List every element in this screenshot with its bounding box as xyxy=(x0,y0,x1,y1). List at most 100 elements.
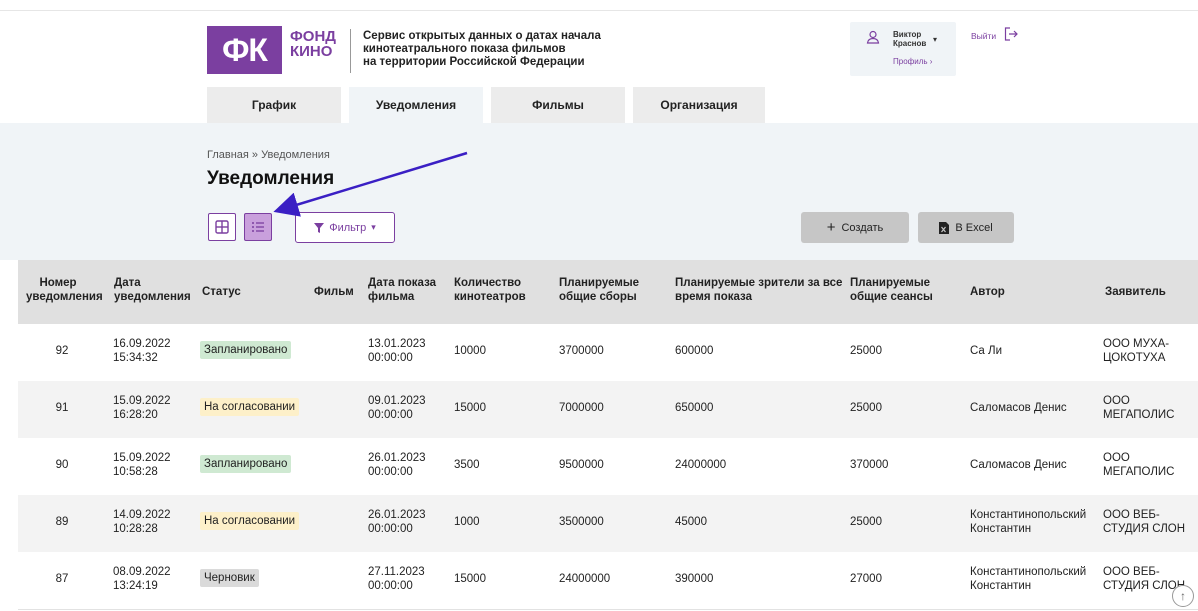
cell-show-date-line1: 09.01.2023 xyxy=(368,395,426,407)
cell-show-date-line2: 00:00:00 xyxy=(368,580,413,592)
table-row[interactable]: 90 15.09.2022 10:58:28 Запланировано 26.01.2… xyxy=(18,438,1198,496)
tab-notifications[interactable]: Уведомления xyxy=(349,87,483,123)
filter-button[interactable]: Фильтр ▾ xyxy=(295,212,395,243)
cell-date-line1: 16.09.2022 xyxy=(113,338,171,350)
cell-cinemas: 1000 xyxy=(454,516,480,528)
page-title: Уведомления xyxy=(207,168,335,189)
header-sessions[interactable]: Планируемые общие сеансы xyxy=(850,276,933,304)
tab-organization[interactable]: Организация xyxy=(633,87,765,123)
header-applicant[interactable]: Заявитель xyxy=(1105,285,1166,299)
cell-viewers: 390000 xyxy=(675,573,714,585)
cell-applicant-line1: ООО ВЕБ- xyxy=(1103,509,1160,521)
cell-sessions: 27000 xyxy=(850,573,882,585)
excel-export-button[interactable]: В Excel xyxy=(918,212,1014,243)
header-gross[interactable]: Планируемые общие сборы xyxy=(559,276,639,304)
status-badge: Запланировано xyxy=(200,455,292,473)
logo-line1: ФОНД xyxy=(290,28,336,45)
cell-date-line2: 15:34:32 xyxy=(113,352,158,364)
user-first-name: Виктор xyxy=(893,30,922,39)
header-viewers-line1: Планируемые зрители за все xyxy=(675,277,843,289)
user-menu[interactable]: Виктор Краснов ▾ Профиль › xyxy=(850,22,956,76)
cell-number: 87 xyxy=(55,573,69,585)
cell-gross: 24000000 xyxy=(559,573,611,585)
cell-date-line1: 08.09.2022 xyxy=(113,566,171,578)
cell-gross: 9500000 xyxy=(559,459,604,471)
cell-date-line2: 10:58:28 xyxy=(113,466,158,478)
logout-link[interactable]: Выйти xyxy=(971,31,996,41)
cell-cinemas: 10000 xyxy=(454,345,486,357)
cell-show-date-line2: 00:00:00 xyxy=(368,523,413,535)
cell-show-date-line2: 00:00:00 xyxy=(368,352,413,364)
status-badge: На согласовании xyxy=(200,512,300,530)
cell-number: 89 xyxy=(55,516,69,528)
cell-author-line1: Константинопольский xyxy=(970,509,1087,521)
filter-icon xyxy=(314,222,325,233)
cell-gross: 3700000 xyxy=(559,345,604,357)
header-date-line1: Дата xyxy=(114,277,141,289)
browser-top-strip xyxy=(0,0,1198,11)
list-view-button[interactable] xyxy=(244,213,272,241)
cell-author-line1: Константинопольский xyxy=(970,566,1087,578)
header-viewers[interactable]: Планируемые зрители за все время показа xyxy=(675,276,842,304)
cell-show-date-line1: 26.01.2023 xyxy=(368,509,426,521)
cell-show-date-line2: 00:00:00 xyxy=(368,466,413,478)
excel-file-icon xyxy=(939,221,950,234)
create-label: Создать xyxy=(841,221,884,234)
header-number-line2: уведомления xyxy=(26,291,103,303)
breadcrumb[interactable]: Главная » Уведомления xyxy=(207,149,330,161)
header-show-date-line2: фильма xyxy=(368,291,415,303)
cell-number: 92 xyxy=(55,345,69,357)
chevron-down-icon: ▾ xyxy=(371,222,376,232)
chevron-down-icon: ▾ xyxy=(933,35,938,44)
logo-mark[interactable]: ФК xyxy=(207,26,282,74)
grid-icon xyxy=(215,220,229,234)
cell-gross: 3500000 xyxy=(559,516,604,528)
create-button[interactable]: + Создать xyxy=(801,212,909,243)
service-line1: Сервис открытых данных о датах начала xyxy=(363,30,601,42)
cell-applicant-line1: ООО МУХА- xyxy=(1103,338,1170,350)
cell-number: 91 xyxy=(55,402,69,414)
scroll-to-top-button[interactable]: ↑ xyxy=(1172,585,1194,607)
tab-schedule[interactable]: График xyxy=(207,87,341,123)
table-row[interactable]: 87 08.09.2022 13:24:19 Черновик 27.11.2023 00… xyxy=(18,552,1198,610)
cell-show-date-line1: 26.01.2023 xyxy=(368,452,426,464)
logo-line2: КИНО xyxy=(290,43,333,60)
cell-cinemas: 15000 xyxy=(454,402,486,414)
profile-link[interactable]: Профиль › xyxy=(893,57,932,66)
header-cinemas-line2: кинотеатров xyxy=(454,291,526,303)
service-line2: кинотеатрального показа фильмов xyxy=(363,43,566,55)
cell-author-line2: Константин xyxy=(970,580,1032,592)
table-row[interactable]: 91 15.09.2022 16:28:20 На согласовании 09.01… xyxy=(18,381,1198,439)
cell-applicant-line1: ООО xyxy=(1103,452,1130,464)
cell-sessions: 370000 xyxy=(850,459,889,471)
cell-date-line1: 14.09.2022 xyxy=(113,509,171,521)
cell-author: Саломасов Денис xyxy=(970,402,1067,414)
user-icon xyxy=(866,30,880,44)
header-cinemas[interactable]: Количество кинотеатров xyxy=(454,276,526,304)
header-date[interactable]: Дата уведомления xyxy=(114,276,191,304)
cell-date-line1: 15.09.2022 xyxy=(113,395,171,407)
header-status[interactable]: Статус xyxy=(202,285,241,299)
header-show-date[interactable]: Дата показа фильма xyxy=(368,276,436,304)
cell-sessions: 25000 xyxy=(850,402,882,414)
arrow-up-icon: ↑ xyxy=(1180,589,1186,603)
cell-show-date-line1: 27.11.2023 xyxy=(368,566,425,578)
cell-applicant-line2: СТУДИЯ СЛОН xyxy=(1103,523,1186,535)
header-author[interactable]: Автор xyxy=(970,285,1005,299)
table-row[interactable]: 89 14.09.2022 10:28:28 На согласовании 26.01… xyxy=(18,495,1198,553)
cell-date-line2: 10:28:28 xyxy=(113,523,158,535)
tab-films[interactable]: Фильмы xyxy=(491,87,625,123)
cell-gross: 7000000 xyxy=(559,402,604,414)
cell-show-date-line2: 00:00:00 xyxy=(368,409,413,421)
header-number[interactable]: Номер уведомления xyxy=(26,276,103,304)
cell-date-line1: 15.09.2022 xyxy=(113,452,171,464)
user-name: Виктор Краснов xyxy=(893,30,926,48)
service-description: Сервис открытых данных о датах начала ки… xyxy=(363,30,643,69)
header-film[interactable]: Фильм xyxy=(314,285,354,299)
logout-icon[interactable] xyxy=(1003,26,1019,42)
grid-view-button[interactable] xyxy=(208,213,236,241)
cell-viewers: 45000 xyxy=(675,516,707,528)
cell-applicant-line2: МЕГАПОЛИС xyxy=(1103,466,1175,478)
status-badge: Черновик xyxy=(200,569,259,587)
table-row[interactable]: 92 16.09.2022 15:34:32 Запланировано 13.01.2… xyxy=(18,324,1198,382)
